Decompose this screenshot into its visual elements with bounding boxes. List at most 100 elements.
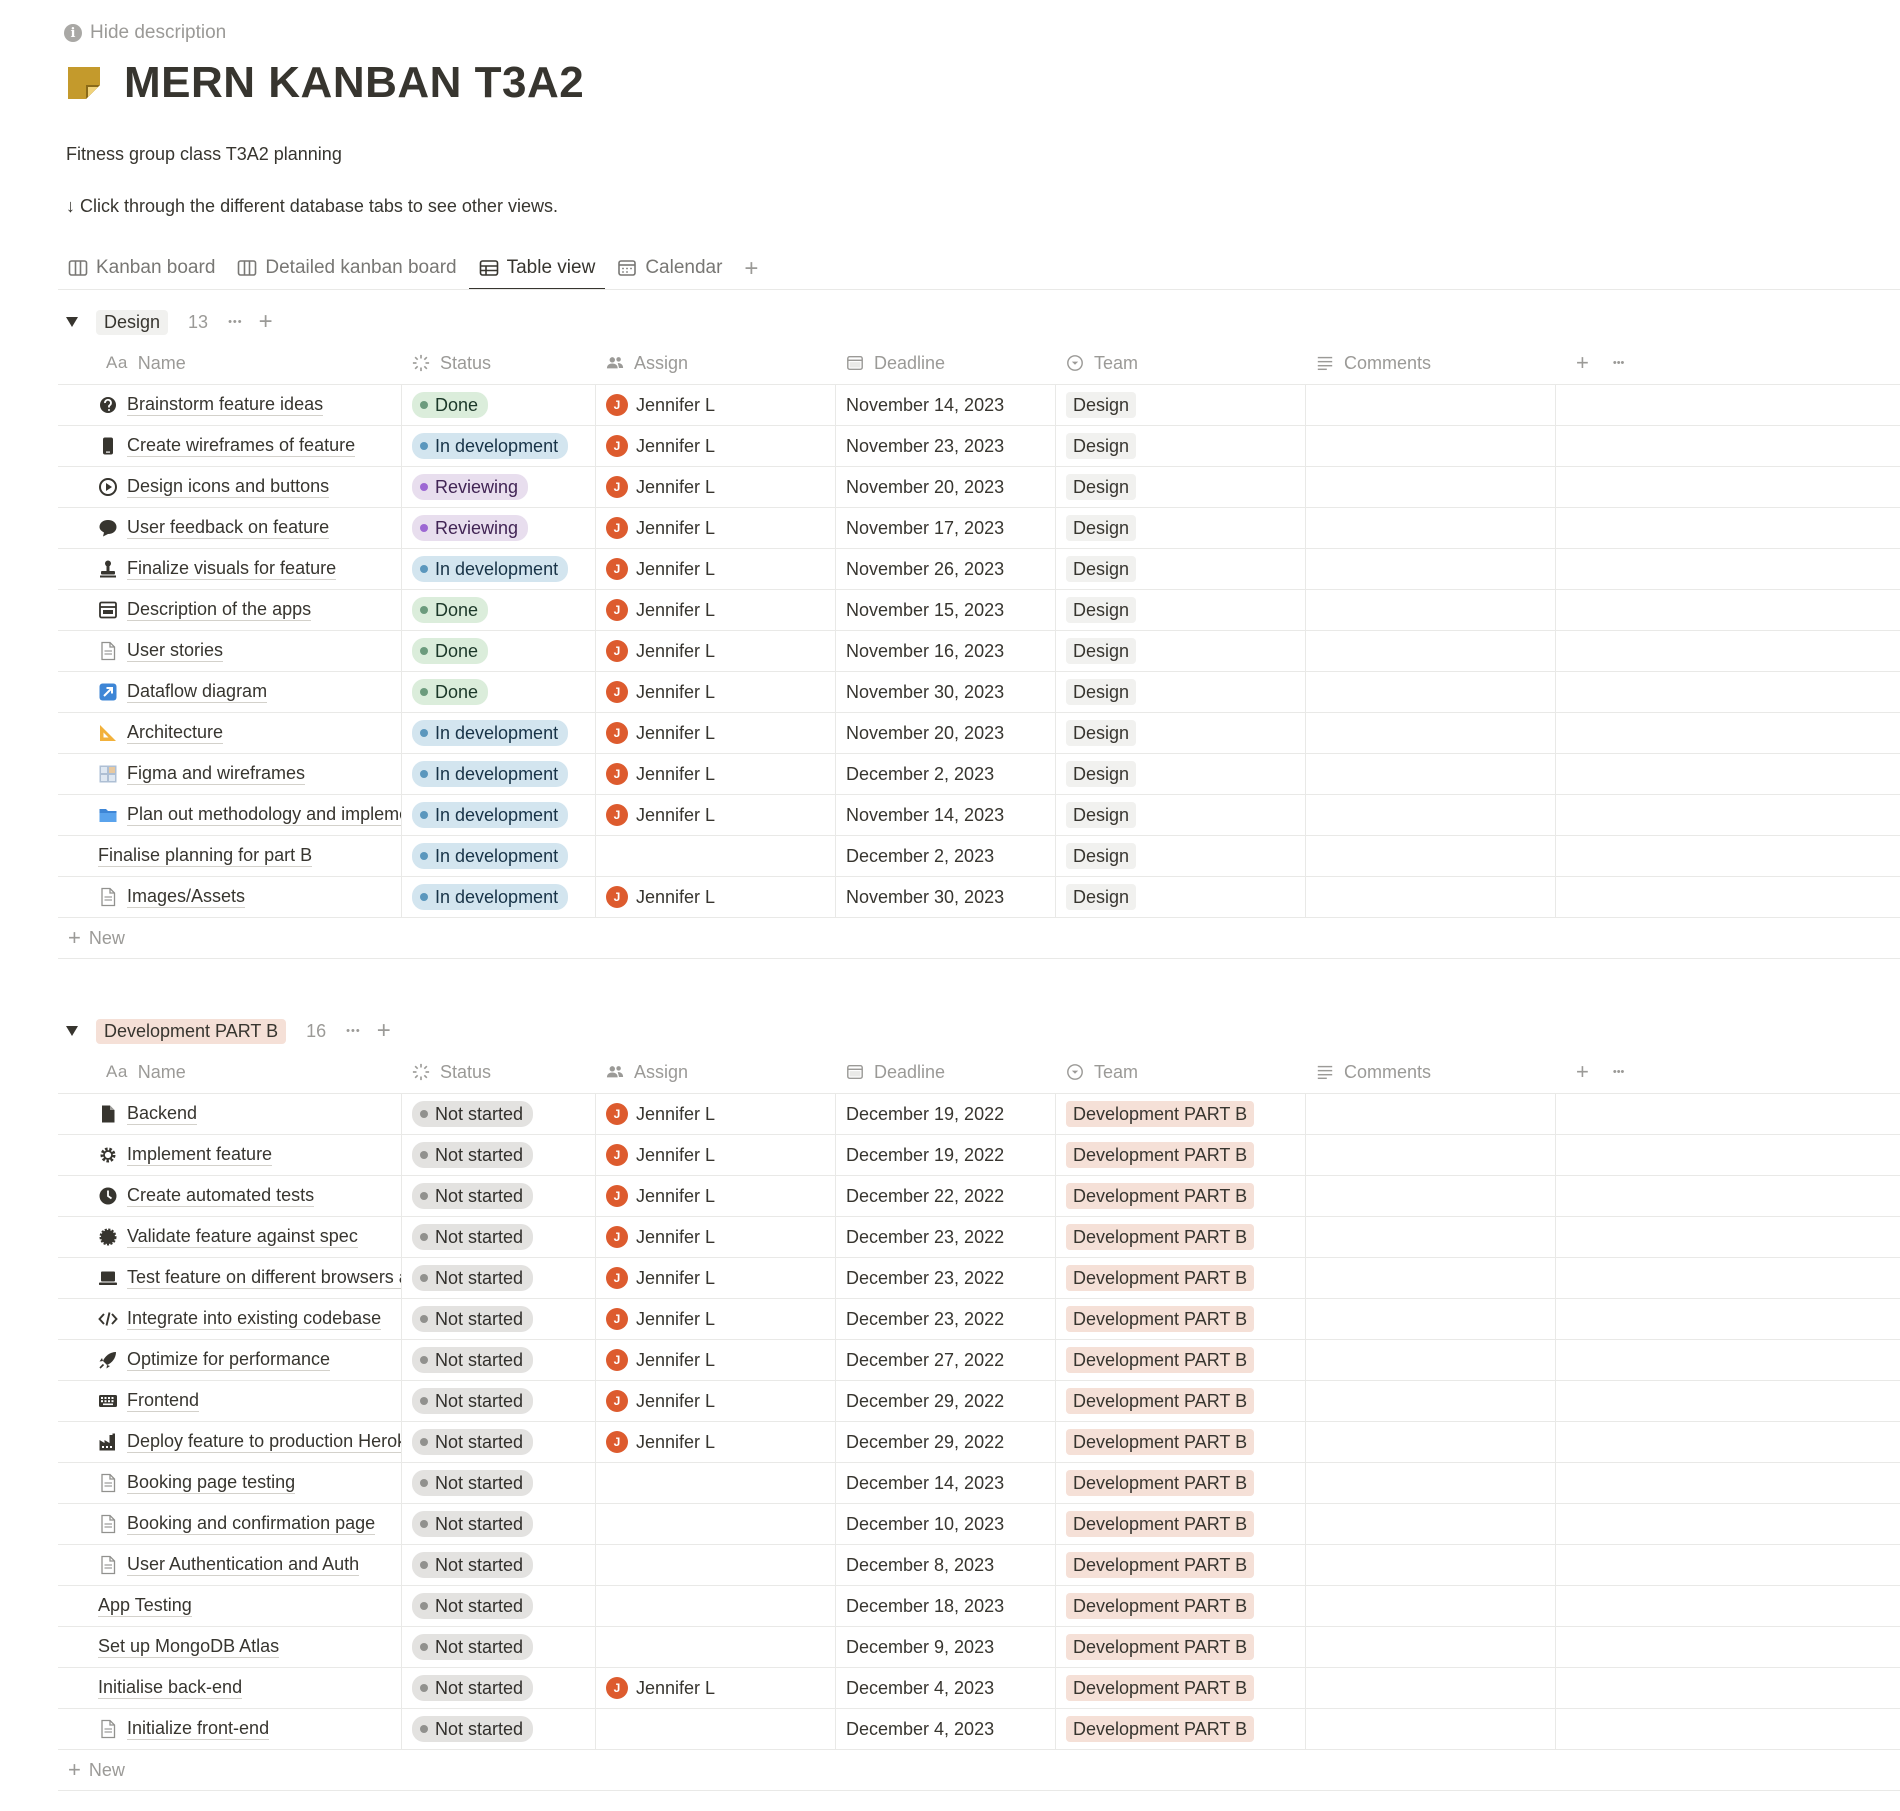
assign-cell[interactable]: J Jennifer L (596, 1340, 836, 1380)
tab-calendar[interactable]: Calendar (607, 248, 732, 288)
status-cell[interactable]: Not started (402, 1668, 596, 1708)
deadline-cell[interactable]: December 9, 2023 (836, 1627, 1056, 1667)
comments-cell[interactable] (1306, 1176, 1556, 1216)
deadline-cell[interactable]: November 23, 2023 (836, 426, 1056, 466)
status-cell[interactable]: Not started (402, 1094, 596, 1134)
status-cell[interactable]: Not started (402, 1217, 596, 1257)
group-more-icon[interactable]: ••• (346, 1025, 361, 1037)
deadline-cell[interactable]: November 14, 2023 (836, 795, 1056, 835)
deadline-cell[interactable]: November 30, 2023 (836, 672, 1056, 712)
name-cell[interactable]: Architecture (58, 713, 402, 753)
deadline-cell[interactable]: December 29, 2022 (836, 1422, 1056, 1462)
assign-cell[interactable] (596, 1504, 836, 1544)
group-add-button[interactable]: + (377, 1017, 391, 1045)
assign-cell[interactable]: J Jennifer L (596, 467, 836, 507)
deadline-cell[interactable]: December 19, 2022 (836, 1135, 1056, 1175)
comments-cell[interactable] (1306, 467, 1556, 507)
comments-cell[interactable] (1306, 672, 1556, 712)
assign-cell[interactable]: J Jennifer L (596, 795, 836, 835)
add-column-button[interactable]: + (1576, 1059, 1589, 1085)
status-cell[interactable]: Done (402, 631, 596, 671)
add-view-button[interactable]: + (734, 248, 768, 290)
team-cell[interactable]: Design (1056, 877, 1306, 917)
deadline-cell[interactable]: November 20, 2023 (836, 467, 1056, 507)
assign-cell[interactable]: J Jennifer L (596, 877, 836, 917)
table-row[interactable]: Initialise back-end Not started J Jennifer … (58, 1668, 1900, 1709)
status-cell[interactable]: In development (402, 795, 596, 835)
deadline-cell[interactable]: December 19, 2022 (836, 1094, 1056, 1134)
team-cell[interactable]: Design (1056, 508, 1306, 548)
comments-cell[interactable] (1306, 1094, 1556, 1134)
column-name[interactable]: Aa Name (58, 1051, 402, 1093)
team-cell[interactable]: Development PART B (1056, 1709, 1306, 1749)
status-cell[interactable]: Not started (402, 1135, 596, 1175)
comments-cell[interactable] (1306, 508, 1556, 548)
comments-cell[interactable] (1306, 1709, 1556, 1749)
deadline-cell[interactable]: December 22, 2022 (836, 1176, 1056, 1216)
deadline-cell[interactable]: November 20, 2023 (836, 713, 1056, 753)
comments-cell[interactable] (1306, 877, 1556, 917)
name-cell[interactable]: App Testing (58, 1586, 402, 1626)
table-row[interactable]: Finalise planning for part B In developme… (58, 836, 1900, 877)
deadline-cell[interactable]: December 18, 2023 (836, 1586, 1056, 1626)
name-cell[interactable]: Initialise back-end (58, 1668, 402, 1708)
name-cell[interactable]: Create wireframes of feature (58, 426, 402, 466)
status-cell[interactable]: In development (402, 713, 596, 753)
column-status[interactable]: Status (402, 1051, 596, 1093)
status-cell[interactable]: Done (402, 672, 596, 712)
assign-cell[interactable]: J Jennifer L (596, 1176, 836, 1216)
comments-cell[interactable] (1306, 385, 1556, 425)
status-cell[interactable]: Not started (402, 1176, 596, 1216)
column-assign[interactable]: Assign (596, 342, 836, 384)
status-cell[interactable]: Not started (402, 1258, 596, 1298)
task-name[interactable]: App Testing (98, 1595, 192, 1617)
name-cell[interactable]: Plan out methodology and implementation (58, 795, 402, 835)
assign-cell[interactable]: J Jennifer L (596, 590, 836, 630)
comments-cell[interactable] (1306, 1217, 1556, 1257)
team-cell[interactable]: Development PART B (1056, 1094, 1306, 1134)
task-name[interactable]: Plan out methodology and implementation (127, 804, 401, 826)
table-row[interactable]: Architecture In development J Jennifer L Nov… (58, 713, 1900, 754)
team-cell[interactable]: Design (1056, 672, 1306, 712)
new-row-button[interactable]: + New (58, 1750, 1900, 1791)
table-row[interactable]: Initialize front-end Not started December … (58, 1709, 1900, 1750)
assign-cell[interactable]: J Jennifer L (596, 1135, 836, 1175)
table-row[interactable]: Description of the apps Done J Jennifer L No… (58, 590, 1900, 631)
assign-cell[interactable]: J Jennifer L (596, 1299, 836, 1339)
team-cell[interactable]: Design (1056, 467, 1306, 507)
table-row[interactable]: Validate feature against spec Not started… (58, 1217, 1900, 1258)
task-name[interactable]: Architecture (127, 722, 224, 744)
assign-cell[interactable] (596, 1709, 836, 1749)
table-row[interactable]: User feedback on feature Reviewing J Jennif… (58, 508, 1900, 549)
name-cell[interactable]: Figma and wireframes (58, 754, 402, 794)
task-name[interactable]: Brainstorm feature ideas (127, 394, 324, 416)
deadline-cell[interactable]: December 4, 2023 (836, 1668, 1056, 1708)
comments-cell[interactable] (1306, 1504, 1556, 1544)
assign-cell[interactable]: J Jennifer L (596, 1668, 836, 1708)
comments-cell[interactable] (1306, 631, 1556, 671)
group-add-button[interactable]: + (259, 308, 273, 336)
name-cell[interactable]: Finalize visuals for feature (58, 549, 402, 589)
task-name[interactable]: Create automated tests (127, 1185, 315, 1207)
deadline-cell[interactable]: December 10, 2023 (836, 1504, 1056, 1544)
comments-cell[interactable] (1306, 1586, 1556, 1626)
comments-cell[interactable] (1306, 713, 1556, 753)
assign-cell[interactable]: J Jennifer L (596, 1381, 836, 1421)
column-team[interactable]: Team (1056, 1051, 1306, 1093)
column-status[interactable]: Status (402, 342, 596, 384)
table-row[interactable]: Plan out methodology and implementation I… (58, 795, 1900, 836)
table-row[interactable]: App Testing Not started December 18, 2023 D… (58, 1586, 1900, 1627)
team-cell[interactable]: Development PART B (1056, 1217, 1306, 1257)
task-name[interactable]: Deploy feature to production Heroku (127, 1431, 401, 1453)
name-cell[interactable]: Validate feature against spec (58, 1217, 402, 1257)
comments-cell[interactable] (1306, 1299, 1556, 1339)
task-name[interactable]: Images/Assets (127, 886, 246, 908)
comments-cell[interactable] (1306, 1340, 1556, 1380)
hide-description-link[interactable]: i Hide description (64, 22, 226, 44)
column-deadline[interactable]: Deadline (836, 1051, 1056, 1093)
table-row[interactable]: User stories Done J Jennifer L November 16, … (58, 631, 1900, 672)
assign-cell[interactable] (596, 1627, 836, 1667)
deadline-cell[interactable]: December 23, 2022 (836, 1258, 1056, 1298)
status-cell[interactable]: Done (402, 590, 596, 630)
name-cell[interactable]: Test feature on different browsers and d… (58, 1258, 402, 1298)
